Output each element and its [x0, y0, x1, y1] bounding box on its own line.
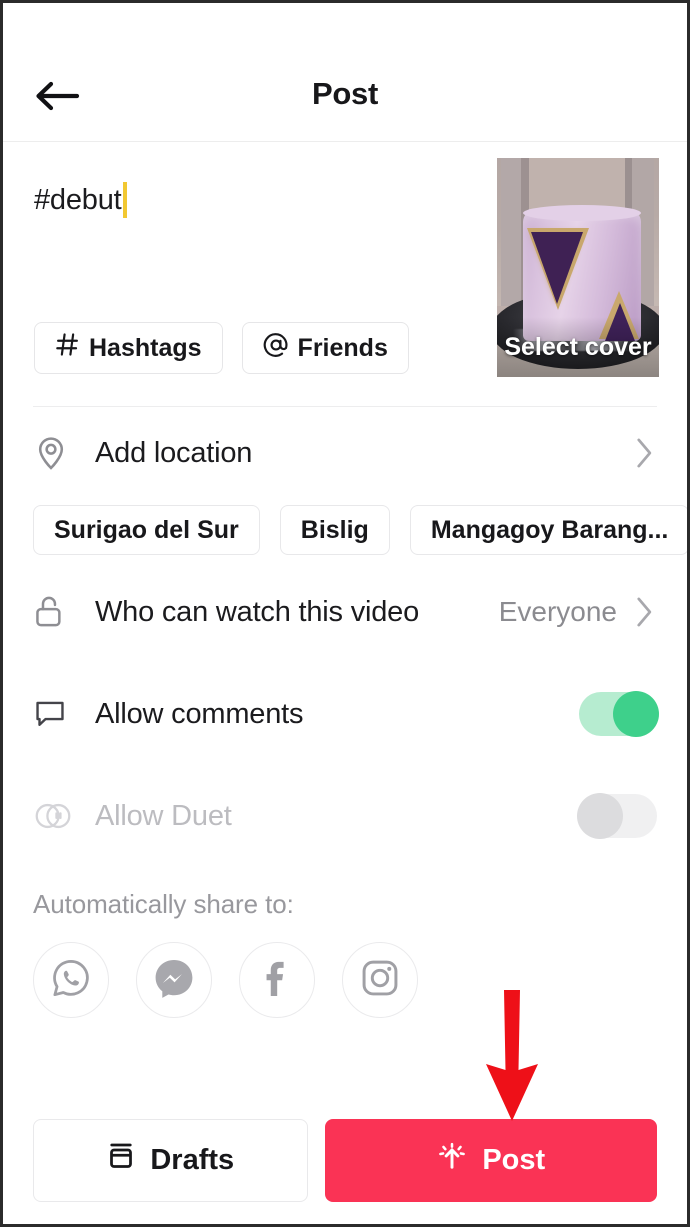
post-label: Post	[482, 1143, 546, 1176]
add-location-label: Add location	[95, 436, 253, 469]
who-can-watch-row[interactable]: Who can watch this video Everyone	[3, 561, 687, 663]
hashtags-button[interactable]: Hashtags	[34, 322, 223, 374]
hashtag-icon	[55, 332, 80, 364]
share-targets	[3, 920, 687, 1018]
share-facebook-button[interactable]	[239, 942, 315, 1018]
page-title: Post	[312, 76, 378, 111]
unlocked-padlock-icon	[33, 593, 77, 631]
allow-duet-toggle[interactable]	[577, 793, 657, 839]
friends-label: Friends	[297, 333, 388, 362]
archive-box-icon	[106, 1141, 136, 1179]
friends-button[interactable]: Friends	[241, 322, 409, 374]
facebook-icon	[255, 956, 299, 1005]
drafts-label: Drafts	[150, 1143, 235, 1176]
post-screen: Post #debut Hashtags Friends Select cove…	[0, 0, 690, 1227]
messenger-icon	[151, 955, 197, 1006]
toggle-knob	[577, 793, 623, 839]
chevron-right-icon	[631, 595, 657, 629]
caption-value: #debut	[34, 183, 122, 216]
location-chip[interactable]: Mangagoy Barang...	[409, 505, 687, 555]
share-messenger-button[interactable]	[136, 942, 212, 1018]
toggle-knob	[613, 691, 659, 737]
location-pin-icon	[33, 435, 77, 471]
allow-duet-label: Allow Duet	[95, 799, 232, 832]
select-cover-label: Select cover	[497, 317, 659, 377]
share-instagram-button[interactable]	[342, 942, 418, 1018]
duet-circles-icon	[33, 801, 77, 831]
whatsapp-icon	[49, 956, 93, 1005]
post-button[interactable]: Post	[324, 1118, 657, 1202]
instagram-icon	[359, 957, 401, 1004]
allow-comments-row[interactable]: Allow comments	[3, 663, 687, 765]
allow-comments-toggle[interactable]	[579, 691, 659, 737]
upload-sparkle-icon	[436, 1140, 468, 1180]
select-cover-thumbnail[interactable]: Select cover	[497, 158, 659, 377]
hashtags-label: Hashtags	[89, 333, 202, 362]
caption-actions: Hashtags Friends	[34, 322, 409, 374]
add-location-row[interactable]: Add location	[3, 407, 687, 499]
allow-duet-row[interactable]: Allow Duet	[3, 765, 687, 867]
share-section-title: Automatically share to:	[33, 889, 294, 919]
text-cursor	[122, 182, 127, 218]
app-header: Post	[3, 3, 687, 142]
speech-bubble-icon	[33, 697, 77, 731]
caption-input[interactable]: #debut	[34, 182, 127, 218]
at-mention-icon	[263, 332, 289, 365]
location-chip[interactable]: Bislig	[279, 505, 390, 555]
privacy-value: Everyone	[498, 596, 617, 627]
location-suggestions: Surigao del Sur Bislig Mangagoy Barang..…	[3, 499, 687, 561]
drafts-button[interactable]: Drafts	[33, 1118, 308, 1202]
caption-section: #debut Hashtags Friends Select cover	[3, 142, 687, 406]
share-whatsapp-button[interactable]	[33, 942, 109, 1018]
location-chip[interactable]: Surigao del Sur	[33, 505, 260, 555]
chevron-right-icon	[631, 436, 657, 470]
allow-comments-label: Allow comments	[95, 697, 304, 730]
who-can-watch-label: Who can watch this video	[95, 595, 420, 628]
bottom-action-bar: Drafts Post	[3, 1096, 687, 1224]
